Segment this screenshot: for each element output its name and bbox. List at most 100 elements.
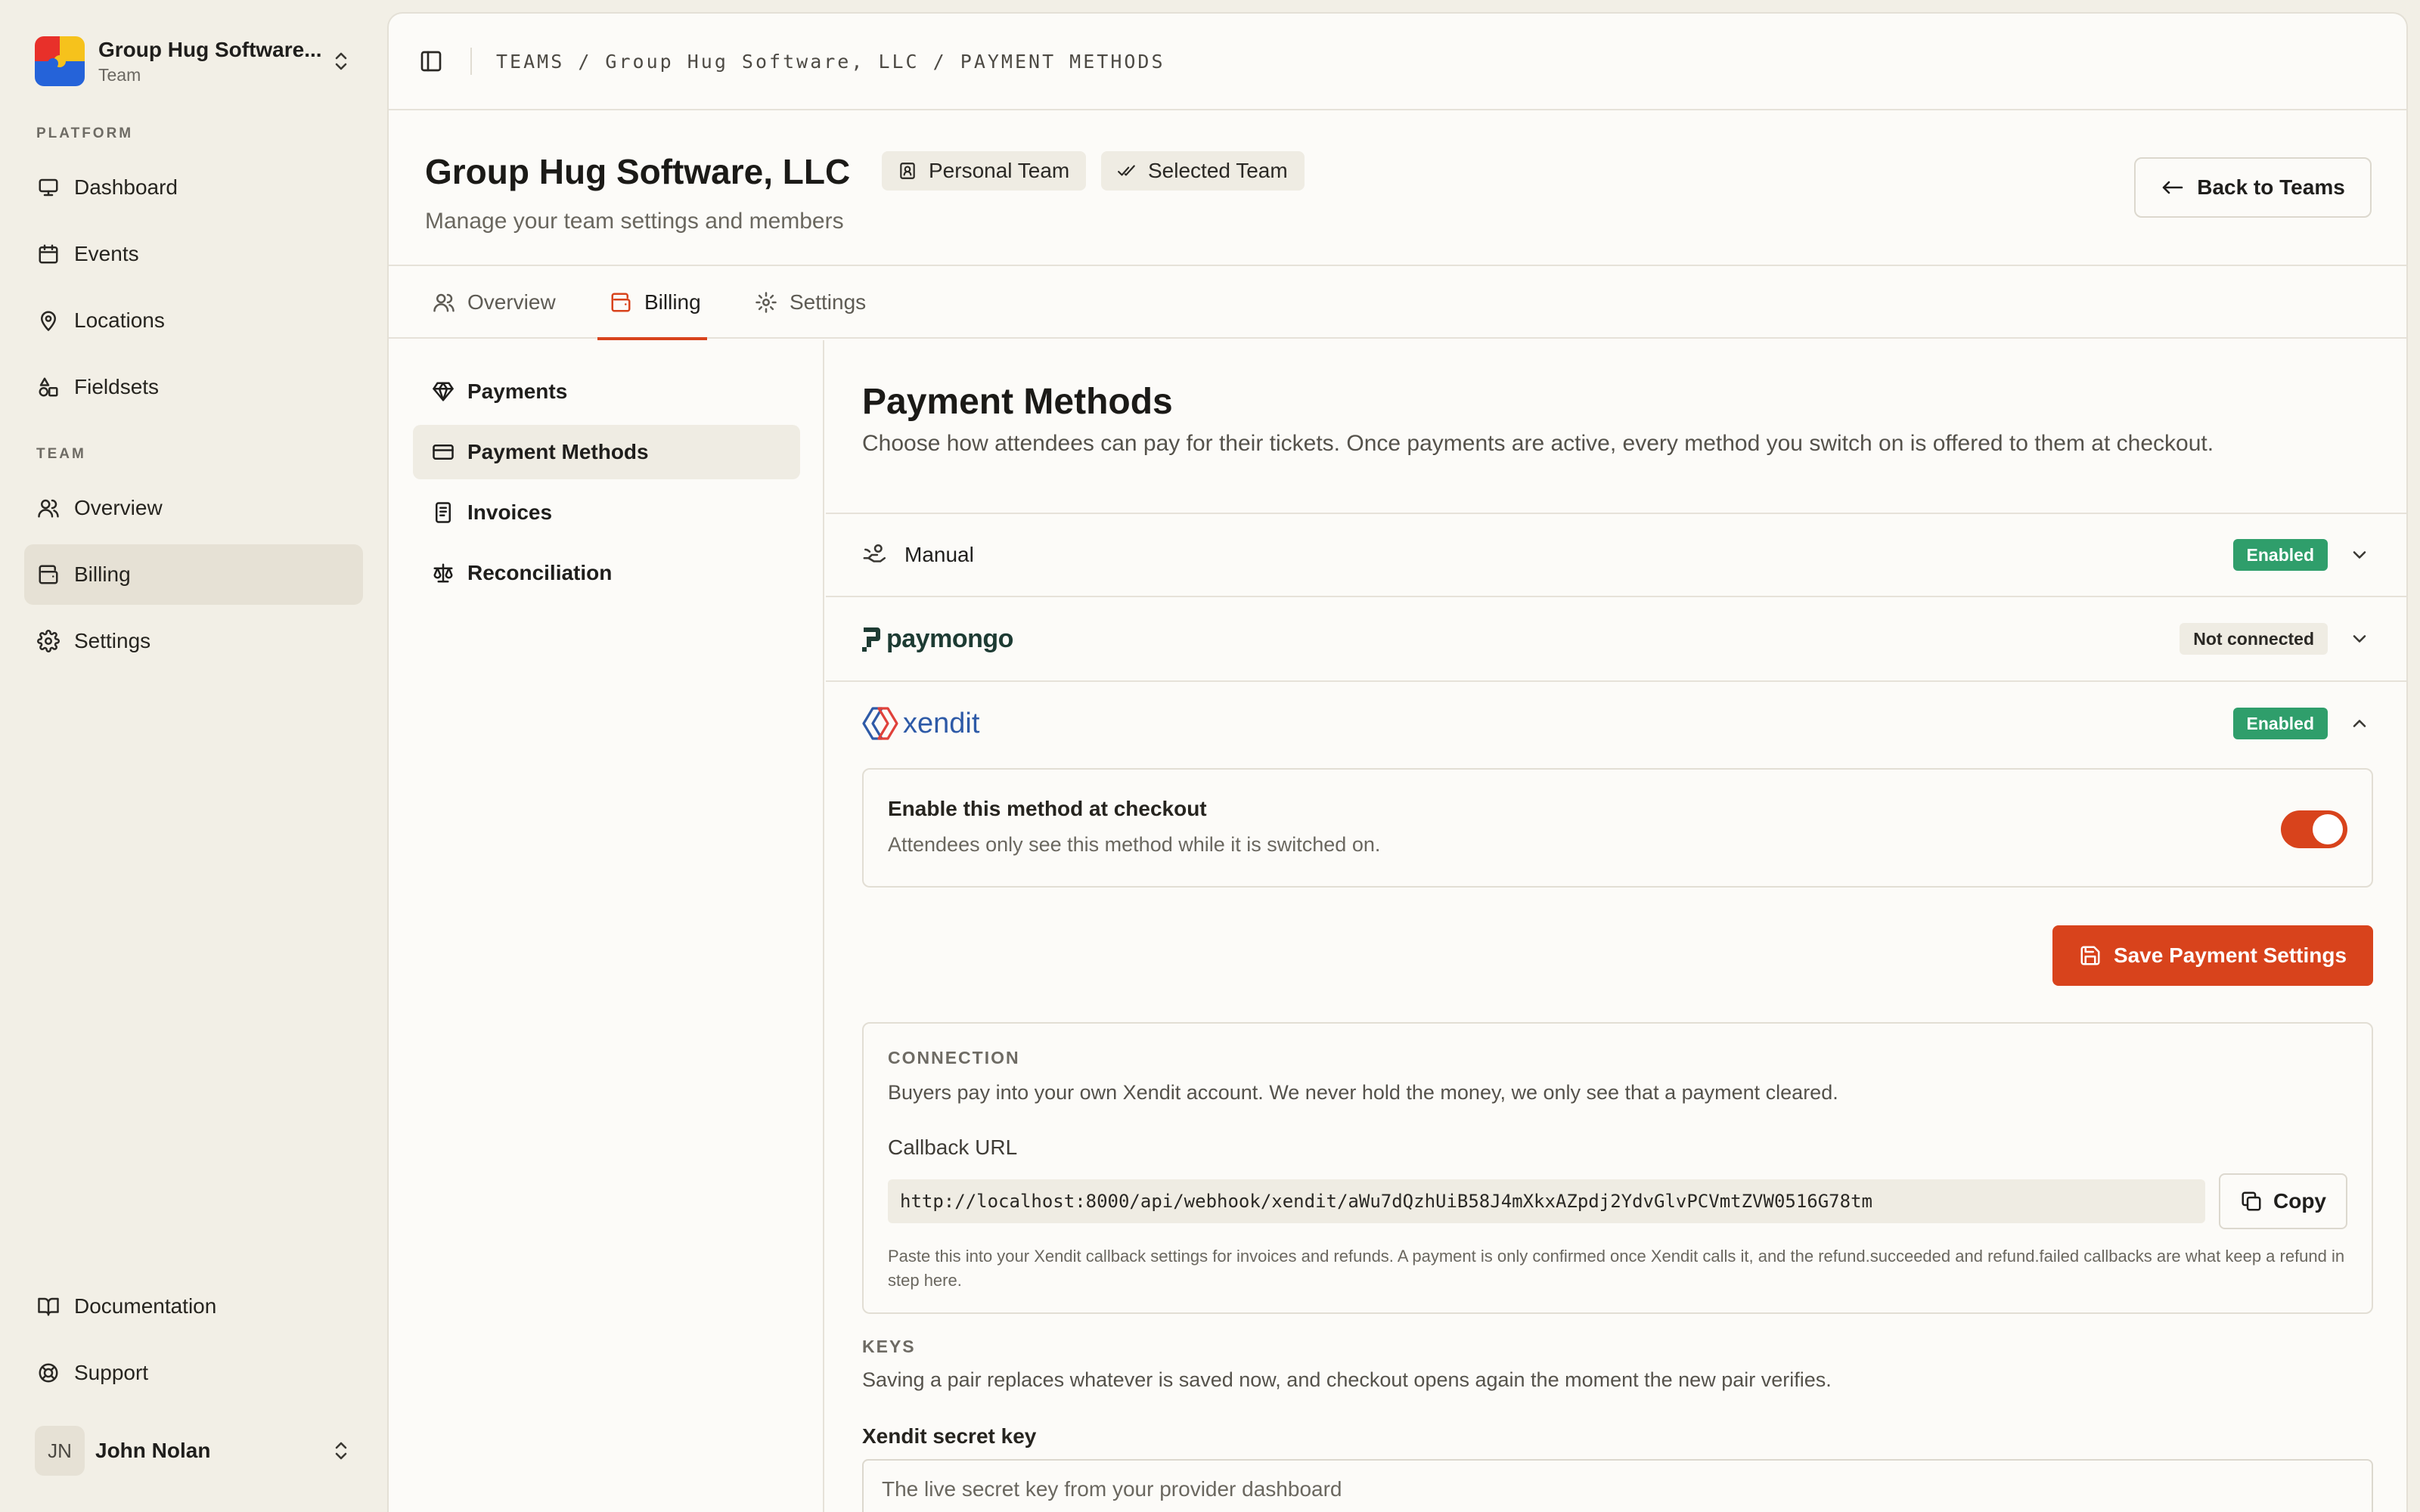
personal-team-label: Personal Team (929, 159, 1070, 182)
connection-label: CONNECTION (888, 1048, 1020, 1067)
keys-description: Saving a pair replaces whatever is saved… (862, 1368, 1832, 1391)
sidebar-item-dashboard[interactable]: Dashboard (24, 157, 363, 218)
breadcrumb-separator: / (919, 50, 960, 73)
xendit-wordmark: xendit (903, 707, 980, 739)
chevrons-up-down-icon (330, 1436, 352, 1466)
tab-overview[interactable]: Overview (433, 266, 556, 339)
paymongo-logo: paymongo (862, 624, 1013, 654)
scale-icon (431, 561, 455, 585)
page-header: Group Hug Software, LLC Personal Team Se… (389, 110, 2406, 266)
sidebar-item-label: Settings (74, 629, 151, 652)
save-payment-settings-button[interactable]: Save Payment Settings (2052, 925, 2373, 986)
save-icon (2079, 944, 2102, 967)
status-badge: Enabled (2232, 708, 2328, 739)
sidebar-item-label: Documentation (74, 1294, 217, 1318)
checkout-toggle-card: Enable this method at checkout Attendees… (862, 768, 2373, 888)
chevron-down-icon[interactable] (2346, 625, 2373, 652)
sidebar-item-label: Overview (74, 496, 163, 519)
tab-billing[interactable]: Billing (597, 266, 707, 340)
hand-coins-icon (862, 542, 888, 568)
calendar-icon (36, 242, 60, 266)
copy-label: Copy (2273, 1189, 2326, 1213)
secret-key-label: Xendit secret key (862, 1424, 1037, 1448)
tab-label: Billing (644, 290, 701, 314)
tab-label: Overview (467, 290, 556, 314)
sidebar-item-locations[interactable]: Locations (24, 290, 363, 351)
copy-icon (2240, 1190, 2263, 1213)
selected-team-label: Selected Team (1148, 159, 1288, 182)
callback-url-field[interactable]: http://localhost:8000/api/webhook/xendit… (888, 1179, 2205, 1223)
content-description: Choose how attendees can pay for their t… (862, 431, 2214, 456)
team-logo (35, 36, 85, 86)
secret-key-input[interactable] (862, 1459, 2373, 1512)
user-menu[interactable]: JN John Nolan (35, 1424, 352, 1477)
subnav-label: Reconciliation (467, 561, 613, 584)
subnav-label: Payment Methods (467, 440, 649, 463)
payment-methods-content: Payment Methods Choose how attendees can… (826, 340, 2406, 1512)
status-badge: Enabled (2232, 539, 2328, 571)
receipt-icon (431, 500, 455, 525)
team-switcher[interactable]: Group Hug Software... Team (35, 33, 352, 89)
sidebar-item-billing[interactable]: Billing (24, 544, 363, 605)
breadcrumb-team[interactable]: Group Hug Software, LLC (605, 51, 919, 73)
topbar: TEAMS / Group Hug Software, LLC / PAYMEN… (389, 14, 2406, 110)
back-to-teams-button[interactable]: Back to Teams (2134, 157, 2372, 218)
content-title: Payment Methods (862, 382, 1173, 422)
breadcrumb-teams[interactable]: TEAMS (496, 51, 564, 73)
chevron-down-icon[interactable] (2346, 541, 2373, 569)
team-section-label: TEAM (36, 446, 86, 462)
avatar: JN (35, 1426, 85, 1476)
method-name: Manual (904, 543, 974, 566)
sidebar-item-label: Dashboard (74, 175, 178, 199)
paymongo-wordmark: paymongo (886, 624, 1013, 653)
method-row-xendit[interactable]: xendit Enabled (826, 680, 2406, 765)
back-to-teams-label: Back to Teams (2197, 175, 2345, 199)
sidebar: Group Hug Software... Team PLATFORM Dash… (0, 0, 387, 1512)
arrow-left-icon (2161, 178, 2185, 197)
sidebar-item-label: Locations (74, 308, 165, 332)
sidebar-item-fieldsets[interactable]: Fieldsets (24, 357, 363, 417)
sidebar-item-documentation[interactable]: Documentation (24, 1276, 363, 1337)
status-badge: Not connected (2180, 623, 2328, 655)
subnav-item-reconciliation[interactable]: Reconciliation (413, 546, 800, 600)
callback-note: Paste this into your Xendit callback set… (888, 1247, 2345, 1290)
book-icon (36, 1294, 60, 1318)
platform-section-label: PLATFORM (36, 125, 134, 141)
method-row-paymongo[interactable]: paymongo Not connected (826, 596, 2406, 680)
divider (470, 48, 472, 75)
users-icon (36, 496, 60, 520)
chevron-up-icon[interactable] (2346, 710, 2373, 737)
page-subtitle: Manage your team settings and members (425, 209, 844, 234)
sidebar-item-overview[interactable]: Overview (24, 478, 363, 538)
subnav-label: Payments (467, 380, 568, 403)
sidebar-toggle-icon[interactable] (417, 48, 445, 75)
method-row-manual[interactable]: Manual Enabled (826, 513, 2406, 596)
subnav-item-payments[interactable]: Payments (413, 364, 800, 419)
sidebar-item-events[interactable]: Events (24, 224, 363, 284)
tabs: Overview Billing Settings (389, 266, 2406, 340)
gem-icon (431, 380, 455, 404)
toggle-title: Enable this method at checkout (888, 797, 1207, 820)
users-icon (433, 291, 455, 314)
wallet-icon (36, 562, 60, 587)
gear-icon (36, 629, 60, 653)
double-check-icon (1116, 160, 1137, 181)
enable-method-switch[interactable] (2281, 810, 2347, 848)
personal-team-badge: Personal Team (882, 151, 1087, 191)
copy-button[interactable]: Copy (2219, 1173, 2347, 1229)
monitor-icon (36, 175, 60, 200)
breadcrumb-separator: / (564, 50, 606, 73)
subnav-item-invoices[interactable]: Invoices (413, 485, 800, 540)
team-name: Group Hug Software... (98, 37, 322, 61)
chevrons-up-down-icon (330, 46, 352, 76)
sidebar-item-support[interactable]: Support (24, 1343, 363, 1403)
sidebar-item-label: Fieldsets (74, 375, 160, 398)
sidebar-item-label: Support (74, 1361, 149, 1384)
breadcrumb-current: PAYMENT METHODS (960, 50, 1165, 73)
wallet-icon (610, 291, 632, 314)
tab-settings[interactable]: Settings (755, 266, 866, 339)
subnav-item-payment-methods[interactable]: Payment Methods (413, 425, 800, 479)
sidebar-item-label: Billing (74, 562, 131, 586)
sidebar-item-settings[interactable]: Settings (24, 611, 363, 671)
credit-card-icon (431, 440, 455, 464)
